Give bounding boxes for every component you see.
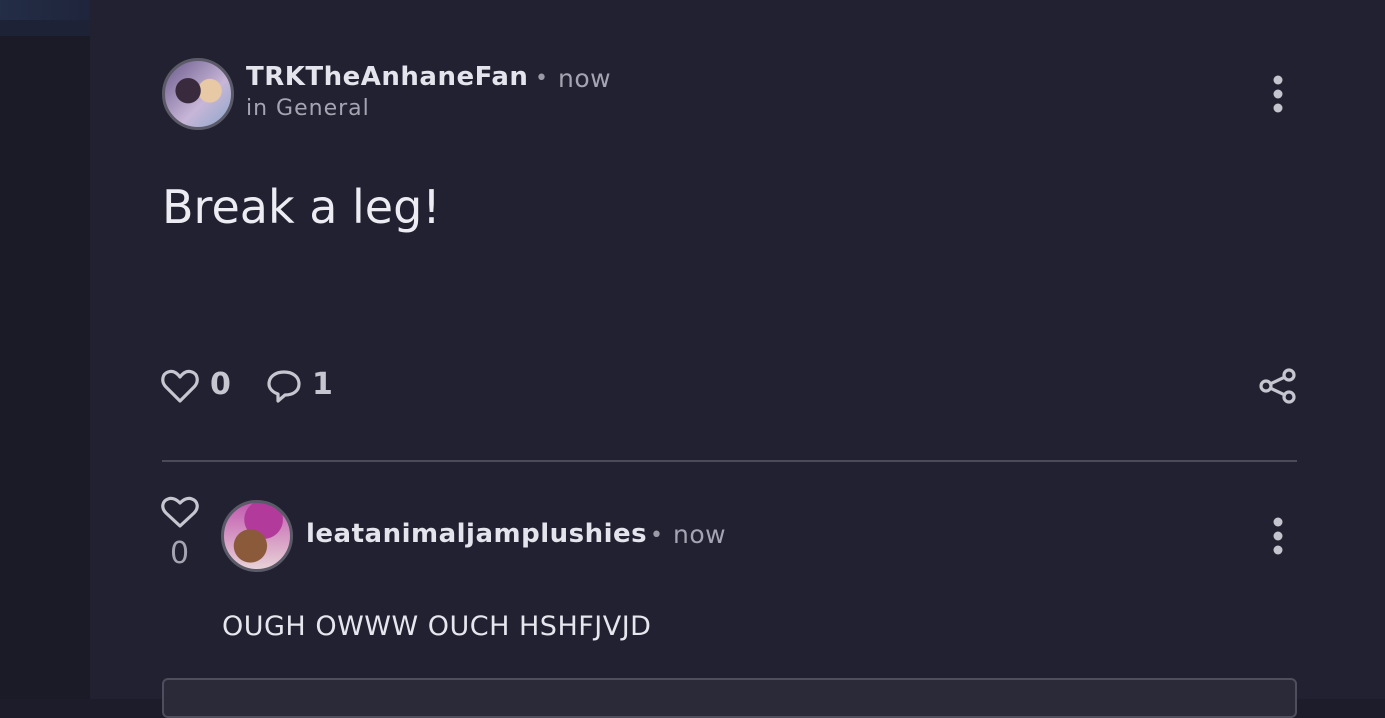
left-sidebar-edge	[0, 0, 90, 699]
post-like-count: 0	[210, 367, 231, 402]
more-vertical-icon[interactable]	[1266, 73, 1290, 115]
comment-timestamp: now	[673, 520, 727, 549]
section-divider	[162, 460, 1297, 462]
reply-input[interactable]	[162, 678, 1297, 718]
share-icon[interactable]	[1258, 367, 1298, 405]
post-channel[interactable]: in General	[246, 96, 370, 121]
post-author-avatar[interactable]	[162, 58, 234, 130]
speech-bubble-icon[interactable]	[265, 367, 303, 405]
comment-author-name[interactable]: leatanimaljamplushies	[306, 519, 647, 549]
comment-meta-separator: •	[650, 523, 663, 548]
post-timestamp: now	[558, 64, 612, 93]
comment-body: OUGH OWWW OUCH HSHFJVJD	[222, 611, 652, 642]
heart-icon[interactable]	[160, 367, 200, 405]
heart-icon[interactable]	[160, 494, 200, 530]
post-meta-separator: •	[535, 66, 548, 91]
post-comment-count: 1	[312, 367, 333, 402]
sidebar-blurred-item	[0, 0, 90, 20]
comment-author-avatar[interactable]	[221, 500, 293, 572]
post-body: Break a leg!	[162, 180, 441, 234]
sidebar-blurred-item	[0, 20, 90, 36]
more-vertical-icon[interactable]	[1266, 515, 1290, 557]
comment-like-count: 0	[170, 536, 190, 571]
post-author-name[interactable]: TRKTheAnhaneFan	[246, 62, 528, 92]
